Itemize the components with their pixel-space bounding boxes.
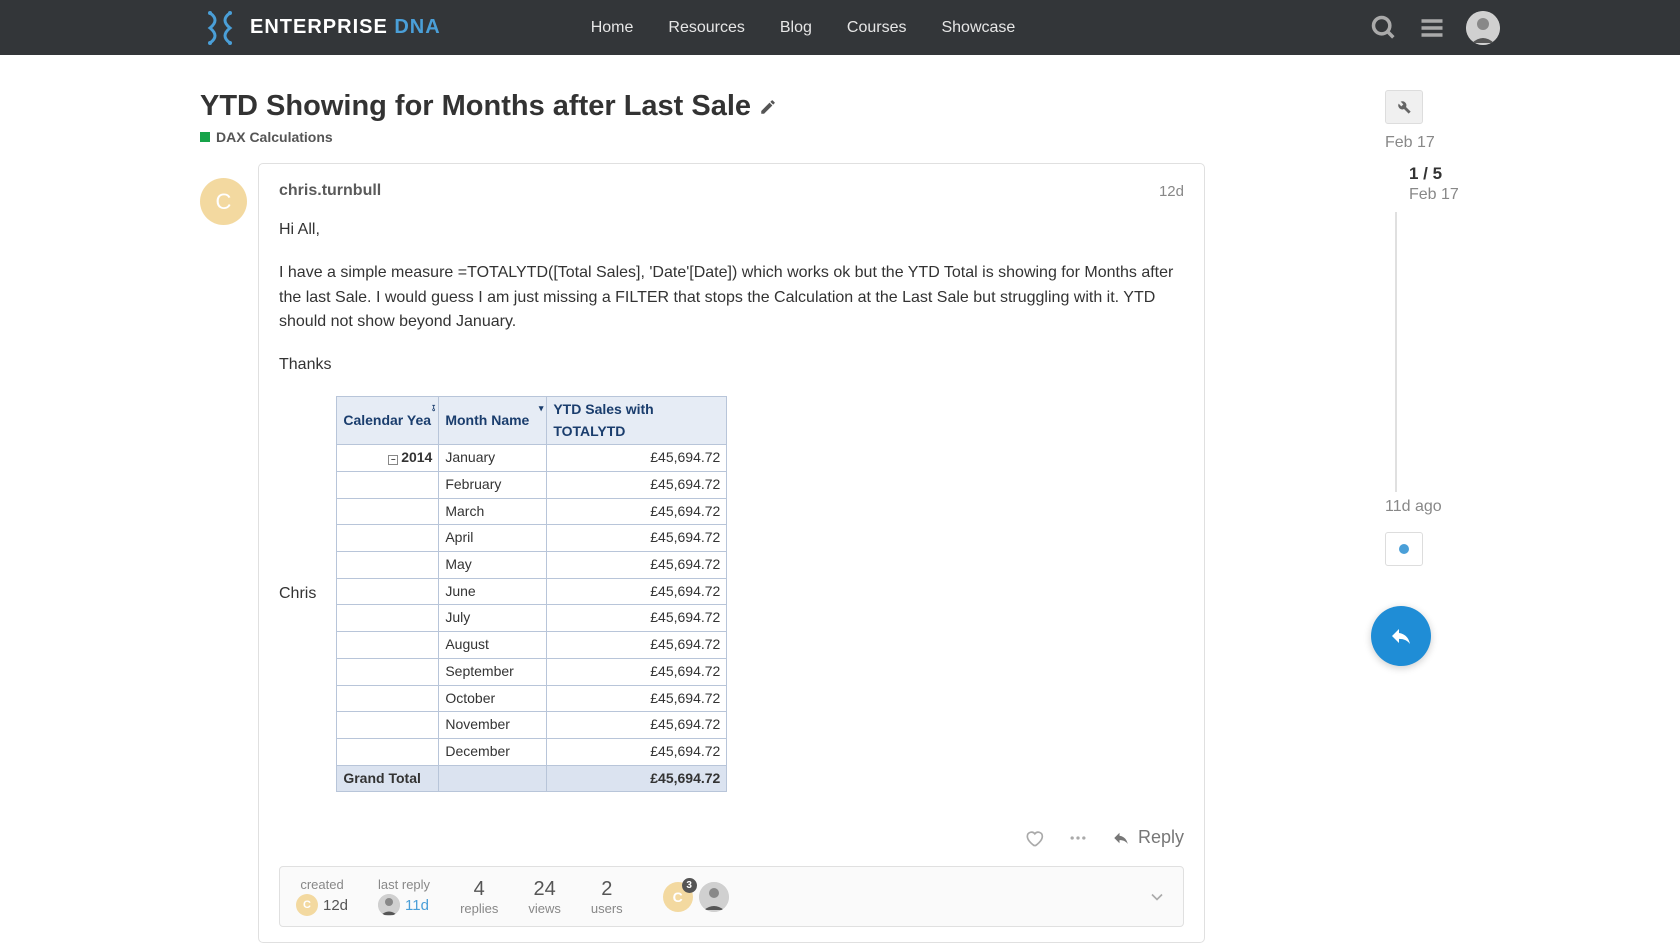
stat-replies: 4 replies — [460, 878, 498, 916]
pencil-icon[interactable] — [759, 98, 777, 116]
nav-resources[interactable]: Resources — [668, 19, 744, 37]
main-nav: Home Resources Blog Courses Showcase — [591, 19, 1016, 37]
site-header: ENTERPRISE DNA Home Resources Blog Cours… — [0, 0, 1680, 55]
table-row: March£45,694.72 — [337, 498, 727, 525]
post-age[interactable]: 12d — [1159, 183, 1184, 200]
site-logo[interactable]: ENTERPRISE DNA — [200, 8, 441, 48]
participant-avatar-2[interactable] — [699, 882, 729, 912]
nav-showcase[interactable]: Showcase — [941, 19, 1015, 37]
ellipsis-icon[interactable] — [1068, 828, 1088, 848]
timeline-position: 1 / 5 — [1409, 164, 1505, 184]
table-row: February£45,694.72 — [337, 472, 727, 499]
created-age: 12d — [323, 897, 348, 914]
reply-arrow-icon — [1389, 624, 1413, 648]
heart-icon[interactable] — [1024, 828, 1044, 848]
chevron-down-icon[interactable] — [1147, 887, 1167, 907]
logo-text: ENTERPRISE DNA — [250, 16, 441, 39]
category-color-badge — [200, 132, 210, 142]
wrench-icon — [1396, 99, 1412, 115]
topic-stats-bar: created C 12d last reply 11d — [279, 866, 1184, 927]
post-thanks: Thanks — [279, 353, 1184, 378]
table-row: April£45,694.72 — [337, 525, 727, 552]
timeline-start-date[interactable]: Feb 17 — [1385, 134, 1505, 152]
table-total-row: Grand Total £45,694.72 — [337, 765, 727, 792]
stat-created: created C 12d — [296, 877, 348, 916]
table-header-ytd[interactable]: YTD Sales with TOTALYTD — [547, 396, 727, 444]
post-body-text: I have a simple measure =TOTALYTD([Total… — [279, 261, 1184, 335]
participant-avatar-1[interactable]: C3 — [663, 882, 693, 912]
table-row: September£45,694.72 — [337, 658, 727, 685]
table-header-month[interactable]: Month Name▾ — [439, 396, 547, 444]
nav-home[interactable]: Home — [591, 19, 634, 37]
hamburger-icon[interactable] — [1418, 14, 1446, 42]
table-row: July£45,694.72 — [337, 605, 727, 632]
post-count-badge: 3 — [682, 878, 697, 893]
reply-arrow-icon — [1112, 829, 1130, 847]
reply-fab-button[interactable] — [1371, 606, 1431, 666]
search-icon[interactable] — [1370, 14, 1398, 42]
table-row: June£45,694.72 — [337, 578, 727, 605]
category-link[interactable]: DAX Calculations — [200, 129, 1205, 145]
author-username[interactable]: chris.turnbull — [279, 182, 381, 200]
stat-users: 2 users — [591, 878, 623, 916]
table-row: May£45,694.72 — [337, 552, 727, 579]
reply-button[interactable]: Reply — [1112, 827, 1184, 848]
ytd-sales-table: Calendar Yea⫱ Month Name▾ YTD Sales with… — [336, 396, 727, 792]
post-card: chris.turnbull 12d Hi All, I have a simp… — [258, 163, 1205, 943]
mini-avatar-creator[interactable]: C — [296, 894, 318, 916]
dna-icon — [200, 8, 240, 48]
tracking-dot-icon — [1399, 544, 1409, 554]
table-row: December£45,694.72 — [337, 738, 727, 765]
mini-avatar-last-replier — [378, 894, 400, 916]
author-avatar[interactable]: C — [200, 178, 247, 225]
table-row: August£45,694.72 — [337, 632, 727, 659]
timeline-sidebar: Feb 17 1 / 5 Feb 17 11d ago — [1385, 90, 1505, 943]
stat-last-reply[interactable]: last reply 11d — [378, 877, 430, 916]
timeline-tracking-button[interactable] — [1385, 532, 1423, 566]
timeline-current-date: Feb 17 — [1409, 186, 1505, 204]
timeline-end-date[interactable]: 11d ago — [1385, 498, 1505, 516]
table-row: November£45,694.72 — [337, 712, 727, 739]
nav-courses[interactable]: Courses — [847, 19, 907, 37]
nav-blog[interactable]: Blog — [780, 19, 812, 37]
stat-views: 24 views — [528, 878, 561, 916]
user-avatar[interactable] — [1466, 11, 1500, 45]
table-row: −2014 January £45,694.72 — [337, 445, 727, 472]
table-row: October£45,694.72 — [337, 685, 727, 712]
table-header-year[interactable]: Calendar Yea⫱ — [337, 396, 439, 444]
collapse-icon[interactable]: − — [388, 455, 398, 465]
post-greeting: Hi All, — [279, 218, 1184, 243]
topic-title: YTD Showing for Months after Last Sale — [200, 90, 1205, 123]
timeline-scrubber[interactable] — [1395, 212, 1505, 492]
post-signature: Chris — [279, 582, 316, 607]
topic-admin-button[interactable] — [1385, 90, 1423, 124]
